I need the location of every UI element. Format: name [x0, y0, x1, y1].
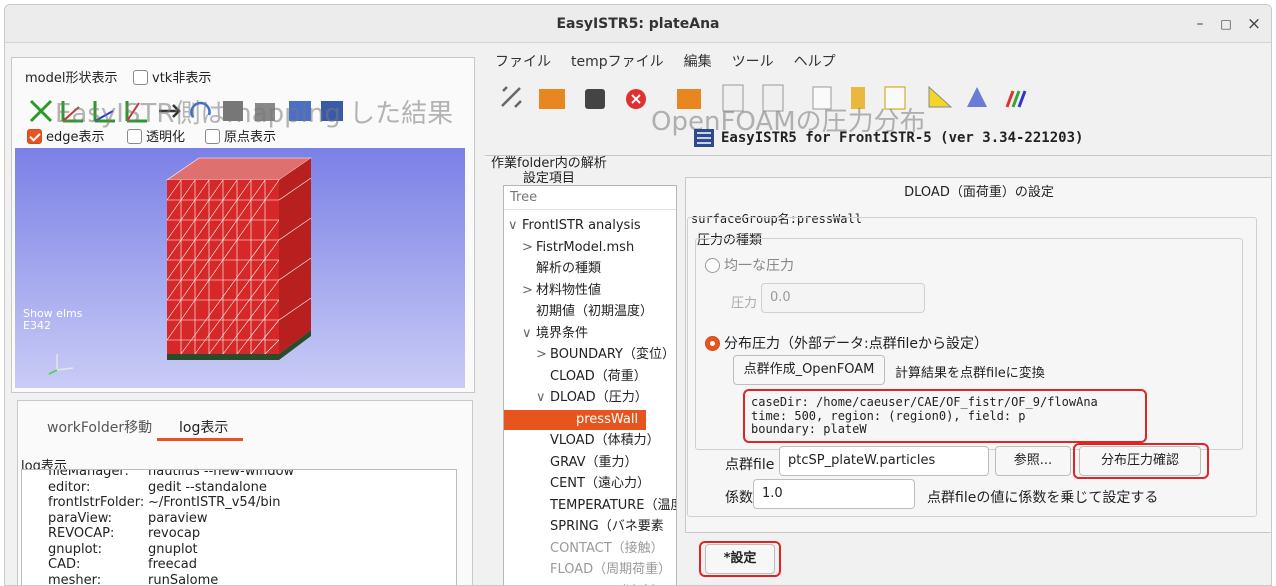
tree-item[interactable]: ∨ 境界条件 [504, 324, 676, 344]
tree-item[interactable]: 初期値（初期温度） [504, 302, 676, 322]
tree-item[interactable]: VELOCITY（速度） [504, 582, 676, 586]
app-window: EasyISTR5: plateAna – □ × model形状表示 vtk非… [4, 4, 1272, 586]
distributed-radio[interactable]: 分布圧力（外部データ:点群fileから設定） [705, 333, 988, 353]
coef-description: 点群fileの値に係数を乗じて設定する [927, 490, 1159, 506]
tree-item[interactable]: VLOAD（体積力） [504, 431, 676, 451]
convert-label: 計算結果を点群fileに変換 [895, 366, 1045, 381]
tree-item[interactable]: 解析の種類 [504, 259, 676, 279]
tab-log[interactable]: log表示 [179, 417, 228, 437]
tree-item[interactable]: CLOAD（荷重） [504, 367, 676, 387]
menu-help[interactable]: ヘルプ [794, 54, 836, 70]
checkbox-icon [133, 70, 148, 85]
tree-item[interactable]: SPRING（バネ要素 [504, 517, 676, 537]
tree-item[interactable]: > 材料物性値 [504, 281, 676, 301]
app-title: EasyISTR5 for FrontISTR-5 (ver 3.34-2212… [721, 130, 1084, 146]
log-row: CAD: freecad [48, 557, 197, 572]
colors-icon [1005, 90, 1027, 108]
settings-tree[interactable]: Tree ∨ FrontISTR analysis > FistrModel.msh 解… [503, 185, 677, 586]
log-row: REVOCAP: revocap [48, 526, 201, 541]
log-row: fileManager: nautilus --new-window [48, 469, 295, 479]
tab-log-indicator [157, 438, 243, 441]
browse-button[interactable]: 参照... [995, 446, 1071, 476]
ruler-icon [928, 85, 953, 108]
tree-item[interactable]: CONTACT（接触） [504, 539, 676, 559]
tree-arrow-icon[interactable]: > [522, 281, 536, 301]
model-shape-label: model形状表示 [25, 71, 118, 86]
tree-item[interactable]: ∨ FrontISTR analysis [504, 216, 676, 236]
pressure-label: 圧力 [731, 296, 758, 311]
dload-title: DLOAD（面荷重）の設定 [904, 185, 1054, 200]
log-row: gnuplot: gnuplot [48, 541, 198, 557]
tree-item[interactable]: FLOAD（周期荷重） [504, 560, 676, 580]
pressure-kind-label: 圧力の種類 [697, 229, 767, 248]
menu-bar: ファイル tempファイル 編集 ツール ヘルプ [495, 51, 856, 71]
terminal-icon [585, 89, 605, 109]
maximize-button[interactable]: □ [1215, 13, 1237, 35]
vtk-hide-checkbox[interactable]: vtk非表示 [133, 67, 211, 86]
coef-input[interactable]: 1.0 [753, 479, 915, 509]
check-pressure-button[interactable]: 分布圧力確認 [1079, 446, 1201, 476]
folder-icon [539, 89, 565, 109]
axes-triad-icon [48, 354, 74, 375]
tree-arrow-icon[interactable]: > [522, 238, 536, 258]
log-row: editor: gedit --standalone [48, 479, 267, 495]
tab-workfolder[interactable]: workFolder移動 [47, 417, 152, 437]
mesh-icon [967, 87, 987, 107]
menu-file[interactable]: ファイル [495, 54, 551, 70]
make-points-button[interactable]: 点群作成_OpenFOAM [733, 355, 885, 385]
vtk-viewport[interactable]: Show elms E342 [15, 148, 465, 388]
tree-arrow-icon[interactable]: > [536, 345, 550, 365]
set-button[interactable]: *設定 [705, 544, 775, 574]
menu-edit[interactable]: 編集 [684, 54, 712, 70]
radio-checked-icon [705, 336, 720, 351]
minimize-button[interactable]: – [1189, 13, 1211, 35]
menu-tools[interactable]: ツール [732, 54, 774, 70]
menu-temp-file[interactable]: tempファイル [571, 54, 664, 70]
radio-icon [705, 258, 720, 273]
overlay-left: EasyISTR側はmapping した結果 [55, 99, 454, 129]
tree-item[interactable]: ∨ DLOAD（圧力） [504, 388, 676, 408]
log-textarea[interactable]: fileManager: nautilus --new-window editor:… [21, 469, 457, 586]
app-logo-icon [694, 129, 714, 147]
point-file-input[interactable]: ptcSP_plateW.particles [779, 446, 989, 476]
tree-item[interactable]: > FistrModel.msh [504, 238, 676, 258]
pressure-input[interactable]: 0.0 [761, 283, 925, 313]
elm-id-label: E342 [23, 319, 51, 332]
tree-item[interactable]: CENT（遠心力） [504, 474, 676, 494]
log-row: paraView: paraview [48, 510, 208, 526]
tools-icon [501, 86, 522, 108]
window-title: EasyISTR5: plateAna [556, 16, 720, 32]
tree-arrow-icon[interactable]: ∨ [522, 324, 536, 344]
tree-item[interactable]: > BOUNDARY（変位） [504, 345, 676, 365]
tree-item[interactable]: TEMPERATURE（温度 [504, 496, 676, 516]
coef-label: 係数 [725, 490, 753, 506]
tree-arrow-icon[interactable]: ∨ [508, 216, 522, 236]
work-group-label: 作業folder内の解析 設定項目 [491, 156, 607, 186]
checkbox-checked-icon [27, 129, 42, 144]
origin-checkbox[interactable]: 原点表示 [205, 126, 276, 145]
tree-arrow-icon[interactable]: ∨ [536, 388, 550, 408]
uniform-radio[interactable]: 均一な圧力 [705, 255, 794, 275]
surface-group-label: surfaceGroup名:pressWall [691, 210, 866, 227]
log-row: frontIstrFolder: ~/FrontISTR_v54/bin [48, 495, 281, 510]
transparent-checkbox[interactable]: 透明化 [127, 126, 185, 145]
case-info-text: caseDir: /home/caeuser/CAE/OF_fistr/OF_9… [751, 395, 1098, 436]
point-file-label: 点群file [725, 457, 775, 473]
checkbox-icon [205, 129, 220, 144]
edge-checkbox[interactable]: edge表示 [27, 126, 105, 145]
fit-view-icon [29, 99, 53, 123]
log-row: mesher: runSalome [48, 572, 219, 586]
title-bar: EasyISTR5: plateAna – □ × [5, 5, 1271, 43]
tree-item[interactable]: GRAV（重力） [504, 453, 676, 473]
tree-header: Tree [504, 186, 676, 210]
tree-item[interactable]: pressWall [504, 409, 646, 430]
checkbox-icon [127, 129, 142, 144]
close-button[interactable]: × [1243, 13, 1265, 35]
